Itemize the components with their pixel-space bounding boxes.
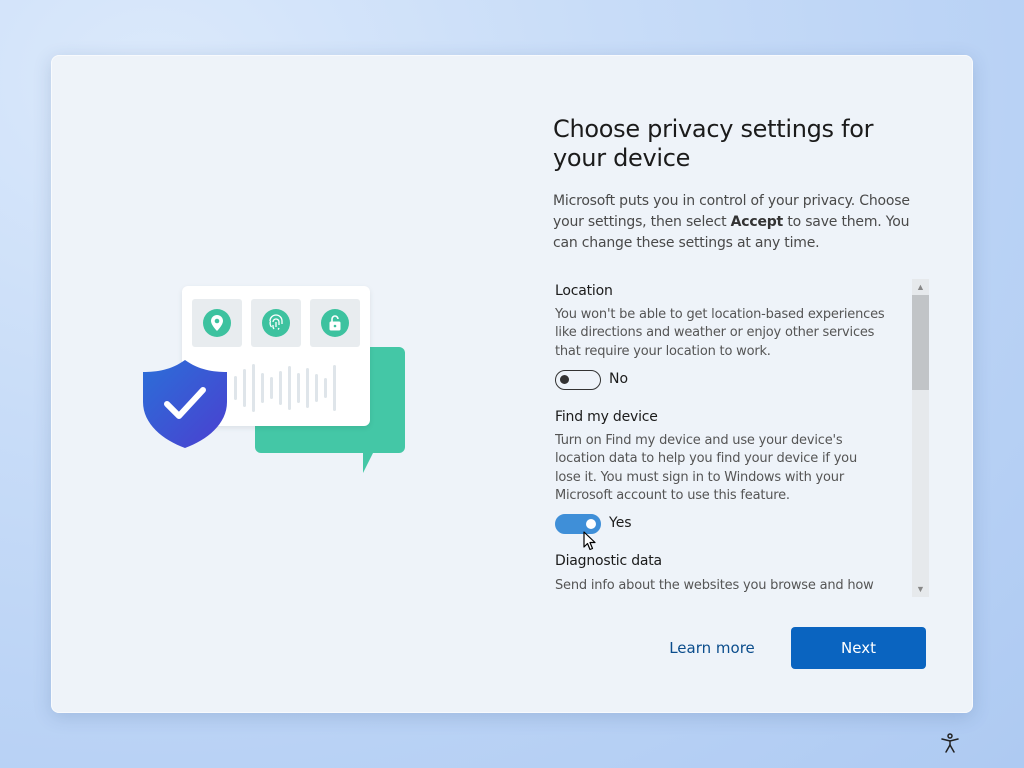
settings-scroll-area[interactable]: Location You won't be able to get locati… xyxy=(555,279,905,597)
setting-location-title: Location xyxy=(555,283,613,299)
find-my-device-toggle-label: Yes xyxy=(609,515,632,531)
privacy-illustration xyxy=(139,285,409,485)
setting-diagnostic-data-title: Diagnostic data xyxy=(555,553,662,569)
scroll-up-arrow-icon[interactable]: ▲ xyxy=(912,279,929,295)
page-description: Microsoft puts you in control of your pr… xyxy=(553,193,910,251)
mouse-cursor-icon xyxy=(583,531,597,556)
page-title: Choose privacy settings for your device xyxy=(553,115,874,172)
setting-find-my-device-title: Find my device xyxy=(555,409,658,425)
scrollbar-thumb[interactable] xyxy=(912,295,929,390)
settings-scrollbar[interactable]: ▲ ▼ xyxy=(912,279,929,597)
accessibility-icon[interactable] xyxy=(939,732,961,754)
audio-wave-graphic xyxy=(234,362,336,414)
fingerprint-icon xyxy=(251,299,301,347)
next-button[interactable]: Next xyxy=(791,627,926,669)
location-pin-icon xyxy=(192,299,242,347)
setting-find-my-device-description: Turn on Find my device and use your devi… xyxy=(555,433,857,503)
scroll-down-arrow-icon[interactable]: ▼ xyxy=(912,581,929,597)
location-toggle[interactable] xyxy=(555,370,601,390)
setting-diagnostic-data-description: Send info about the websites you browse … xyxy=(555,578,874,593)
chat-bubble-tail xyxy=(363,447,376,473)
shield-check-icon xyxy=(141,358,229,455)
setting-location-description: You won't be able to get location-based … xyxy=(555,307,885,359)
accept-keyword: Accept xyxy=(730,214,784,230)
privacy-settings-dialog: Choose privacy settings for your device … xyxy=(51,55,973,713)
lock-icon xyxy=(310,299,360,347)
learn-more-button[interactable]: Learn more xyxy=(653,627,771,669)
location-toggle-label: No xyxy=(609,371,629,387)
